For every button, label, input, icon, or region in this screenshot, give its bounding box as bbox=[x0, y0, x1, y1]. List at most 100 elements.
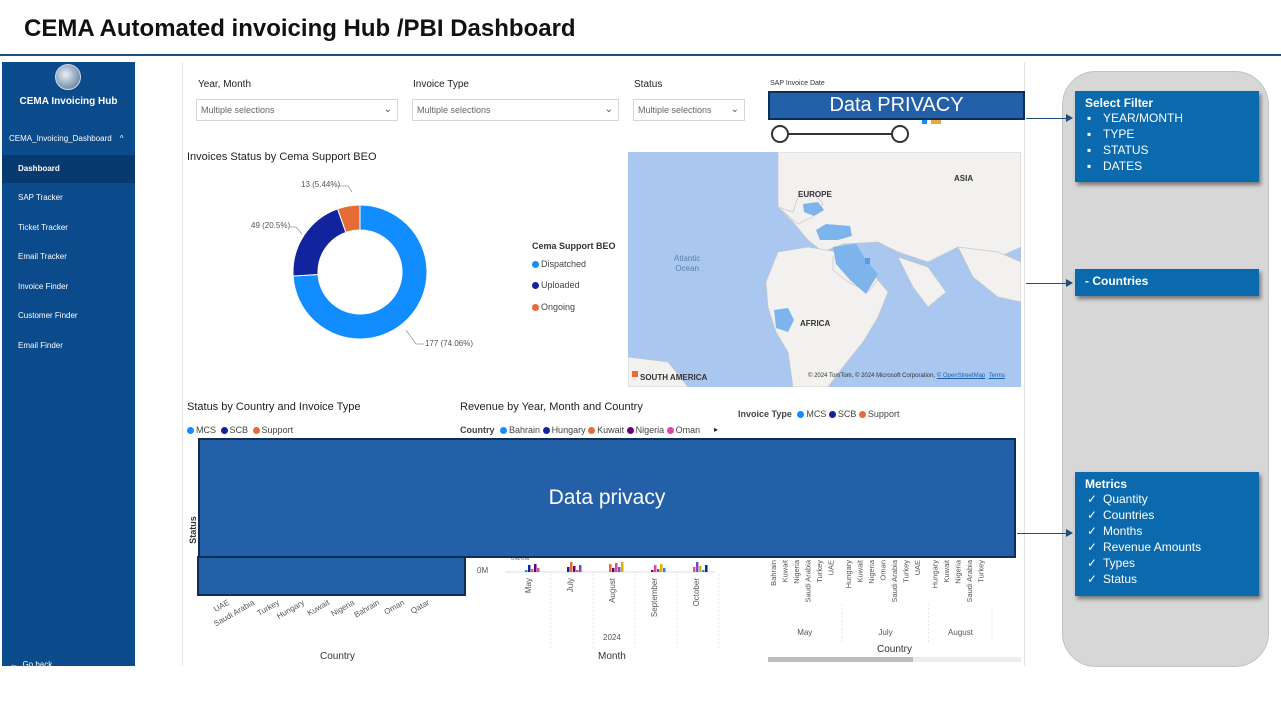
sidebar-item-label: Email Finder bbox=[18, 341, 63, 350]
x-tick-label: Kuwait bbox=[942, 559, 951, 582]
legend-next-arrow-icon[interactable]: ▸ bbox=[714, 425, 718, 434]
x-tick-label: Kuwait bbox=[856, 559, 865, 582]
legend-dot bbox=[532, 304, 539, 312]
country-map[interactable]: EUROPE ASIA AFRICA SOUTH AMERICA Atlanti… bbox=[628, 152, 1021, 387]
status-chart-legend: MCS SCB Support bbox=[187, 425, 293, 435]
slide: CEMA Automated invoicing Hub /PBI Dashbo… bbox=[0, 0, 1281, 718]
x-tick-label: UAE bbox=[913, 560, 922, 575]
sidebar: CEMA Invoicing Hub CEMA_Invoicing_Dashbo… bbox=[2, 62, 135, 669]
donut-legend-dispatched[interactable]: Dispatched bbox=[532, 259, 586, 269]
legend-dot bbox=[532, 261, 539, 269]
chevron-down-icon: ⌄ bbox=[383, 104, 392, 115]
bullet-icon: ▪ bbox=[1087, 127, 1092, 141]
go-back-label: Go back bbox=[22, 660, 53, 669]
map-label-africa: AFRICA bbox=[800, 319, 831, 328]
bullet-icon: ▪ bbox=[1087, 111, 1092, 125]
slicer-sap-date-label: SAP Invoice Date bbox=[770, 80, 825, 87]
sidebar-item-email-tracker[interactable]: Email Tracker bbox=[2, 243, 135, 271]
bar bbox=[651, 570, 654, 572]
group-label: July bbox=[878, 628, 892, 637]
bar bbox=[705, 565, 708, 572]
chevron-down-icon: ⌄ bbox=[604, 104, 613, 115]
status-chart-x-axis: UAESaudi Arabia TurkeyHungary KuwaitNigeri… bbox=[212, 598, 431, 629]
x-tick-label: September bbox=[650, 578, 659, 617]
map-attribution-text: © 2024 TomTom, © 2024 Microsoft Corporat… bbox=[808, 373, 936, 379]
callout-item: ▪ YEAR/MONTH bbox=[1085, 110, 1249, 126]
arrow-left-icon: ← bbox=[10, 660, 18, 669]
legend-title: Country bbox=[460, 425, 495, 435]
status-chart-title: Status by Country and Invoice Type bbox=[187, 401, 361, 413]
bar bbox=[657, 569, 660, 572]
callout-countries: - Countries bbox=[1075, 269, 1259, 296]
callout-item: ✓ Status bbox=[1085, 571, 1249, 587]
legend-label: MCS bbox=[196, 425, 216, 435]
sidebar-item-sap-tracker[interactable]: SAP Tracker bbox=[2, 184, 135, 212]
slicer-value: Multiple selections bbox=[201, 105, 275, 115]
x-tick-label: Saudi Arabia bbox=[965, 559, 974, 602]
slicer-value: Multiple selections bbox=[417, 105, 491, 115]
x-tick-label: May bbox=[524, 578, 533, 593]
data-privacy-overlay-top: Data PRIVACY bbox=[768, 91, 1025, 120]
bar bbox=[576, 570, 579, 572]
checkmark-icon: ✓ bbox=[1087, 492, 1098, 506]
bar bbox=[654, 565, 657, 572]
legend-label: Support bbox=[261, 425, 294, 435]
x-tick-label: Oman bbox=[383, 598, 406, 617]
callout-item-text: STATUS bbox=[1103, 143, 1149, 157]
callout-item: ✓ Months bbox=[1085, 523, 1249, 539]
checkmark-icon: ✓ bbox=[1087, 556, 1098, 570]
slicer-status[interactable]: Multiple selections ⌄ bbox=[633, 99, 745, 121]
legend-label: SCB bbox=[229, 425, 249, 435]
donut-legend-ongoing[interactable]: Ongoing bbox=[532, 302, 575, 312]
horizontal-scrollbar[interactable] bbox=[768, 657, 913, 662]
revenue-year-label: 2024 bbox=[603, 633, 621, 642]
nav-group-dashboard[interactable]: CEMA_Invoicing_Dashboard ^ bbox=[9, 134, 124, 143]
map-label-atlantic: Atlantic Ocean bbox=[674, 254, 700, 274]
nav-group-label: CEMA_Invoicing_Dashboard bbox=[9, 134, 112, 143]
legend-title: Invoice Type bbox=[738, 409, 792, 419]
slicer-year-month[interactable]: Multiple selections ⌄ bbox=[196, 99, 398, 121]
legend-dot bbox=[252, 427, 260, 435]
scrollbar-track bbox=[913, 657, 1021, 662]
donut-legend-uploaded[interactable]: Uploaded bbox=[532, 280, 580, 290]
callout-item: ✓ Countries bbox=[1085, 507, 1249, 523]
x-tick-label: Turkey bbox=[977, 560, 986, 583]
legend-dot bbox=[542, 427, 550, 435]
sidebar-item-dashboard[interactable]: Dashboard bbox=[2, 155, 135, 183]
map-osm-link[interactable]: © OpenStreetMap bbox=[937, 373, 985, 379]
callout-item: ✓ Quantity bbox=[1085, 491, 1249, 507]
slicer-invoice-type[interactable]: Multiple selections ⌄ bbox=[412, 99, 619, 121]
sidebar-item-email-finder[interactable]: Email Finder bbox=[2, 332, 135, 360]
app-logo bbox=[55, 64, 81, 90]
legend-label: Uploaded bbox=[541, 280, 580, 290]
legend-label: Nigeria bbox=[635, 425, 665, 435]
x-tick-label: Saudi Arabia bbox=[890, 559, 899, 602]
go-back-button[interactable]: ← Go back bbox=[10, 660, 52, 669]
sidebar-item-customer-finder[interactable]: Customer Finder bbox=[2, 302, 135, 330]
callout-item-text: Countries bbox=[1103, 508, 1155, 522]
sidebar-item-ticket-tracker[interactable]: Ticket Tracker bbox=[2, 214, 135, 242]
map-terms-link[interactable]: Terms bbox=[989, 373, 1005, 379]
bar bbox=[579, 565, 582, 572]
revenue-chart-legend: Country Bahrain Hungary Kuwait Nigeria O… bbox=[460, 425, 700, 435]
sidebar-item-invoice-finder[interactable]: Invoice Finder bbox=[2, 273, 135, 301]
bar bbox=[618, 567, 621, 572]
title-divider bbox=[0, 54, 1281, 56]
callout-item: ✓ Types bbox=[1085, 555, 1249, 571]
legend-label: MCS bbox=[806, 409, 827, 419]
page-title: CEMA Automated invoicing Hub /PBI Dashbo… bbox=[24, 15, 576, 42]
legend-dot bbox=[828, 411, 836, 419]
x-tick-label: Hungary bbox=[275, 598, 306, 621]
legend-dot bbox=[797, 411, 805, 419]
callout-item-text: Types bbox=[1103, 556, 1136, 570]
legend-dot bbox=[187, 427, 194, 435]
checkmark-icon: ✓ bbox=[1087, 524, 1098, 538]
bar bbox=[660, 564, 663, 572]
date-range-slider[interactable] bbox=[768, 122, 918, 146]
chevron-down-icon: ⌄ bbox=[730, 104, 739, 115]
legend-label: Dispatched bbox=[541, 259, 587, 269]
revenue-zero-tick: 0M bbox=[477, 566, 489, 575]
status-chart-x-label: Country bbox=[320, 651, 356, 662]
bar bbox=[567, 567, 570, 572]
callout-item-text: Status bbox=[1103, 572, 1138, 586]
